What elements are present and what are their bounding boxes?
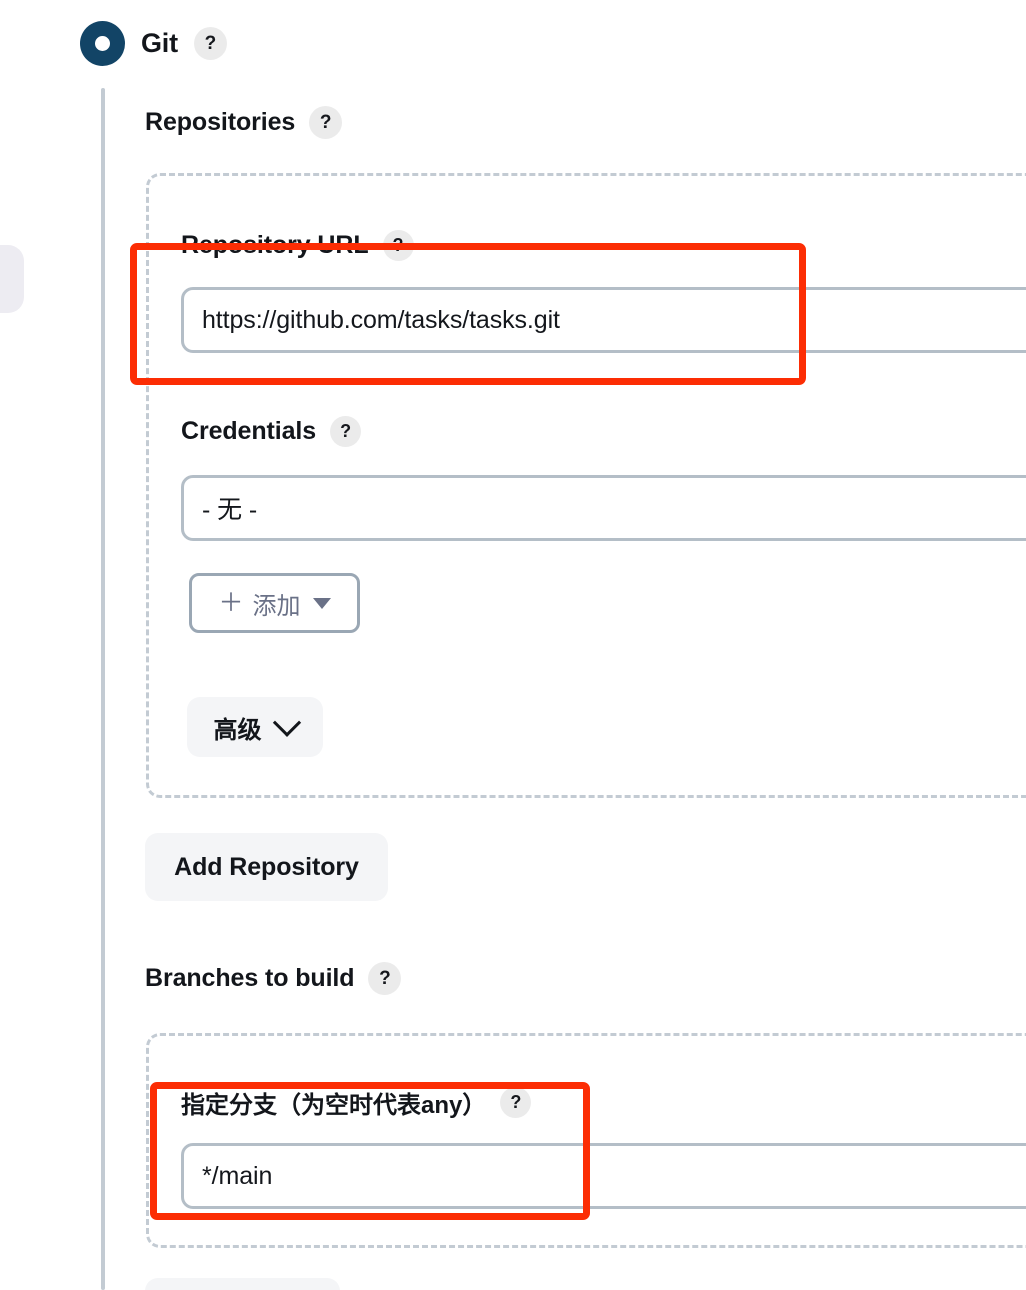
section-vertical-rule [101, 88, 105, 1290]
chevron-down-icon [272, 708, 301, 737]
repository-url-input[interactable]: https://github.com/tasks/tasks.git [181, 287, 1026, 353]
add-repository-label: Add Repository [174, 852, 359, 881]
branch-specifier-help-icon[interactable]: ? [500, 1087, 532, 1118]
repository-url-label-row: Repository URL ? [181, 230, 414, 261]
repositories-heading-label: Repositories [145, 108, 296, 136]
git-radio-button[interactable] [80, 21, 125, 66]
branch-specifier-input[interactable]: */main [181, 1143, 1026, 1209]
scm-git-radio-row[interactable]: Git ? [80, 21, 227, 66]
repositories-heading-row: Repositories ? [145, 106, 343, 139]
repository-url-help-icon[interactable]: ? [382, 230, 414, 261]
credentials-help-icon[interactable]: ? [330, 416, 362, 447]
radio-selected-dot [95, 36, 110, 51]
repositories-help-icon[interactable]: ? [309, 106, 343, 139]
plus-icon: ＋ [218, 588, 244, 617]
advanced-label: 高级 [213, 716, 262, 744]
advanced-toggle-button[interactable]: 高级 [187, 697, 323, 757]
add-repository-button[interactable]: Add Repository [145, 833, 388, 901]
credentials-label: Credentials [181, 417, 317, 445]
credentials-label-row: Credentials ? [181, 416, 362, 447]
git-radio-label: Git [141, 28, 178, 58]
repository-url-label: Repository URL [181, 231, 369, 259]
branch-specifier-label-row: 指定分支（为空时代表any） ? [181, 1085, 532, 1120]
credentials-select[interactable]: - 无 - [181, 475, 1026, 541]
caret-down-icon [312, 597, 331, 609]
branches-heading-label: Branches to build [145, 964, 355, 992]
add-credential-button[interactable]: ＋ 添加 [189, 573, 360, 633]
branch-entry-block [146, 1033, 1026, 1248]
branches-help-icon[interactable]: ? [368, 962, 402, 995]
branches-heading-row: Branches to build ? [145, 962, 402, 995]
left-edge-tab-peek[interactable] [0, 245, 24, 313]
branch-specifier-label: 指定分支（为空时代表any） [181, 1092, 487, 1119]
add-credential-label: 添加 [252, 592, 301, 620]
add-branch-button-peek[interactable]: Add Branch [145, 1278, 340, 1290]
git-help-icon[interactable]: ? [193, 27, 227, 60]
scm-git-configuration-panel: Git ? Repositories ? Repository URL ? ht… [0, 0, 1026, 1290]
